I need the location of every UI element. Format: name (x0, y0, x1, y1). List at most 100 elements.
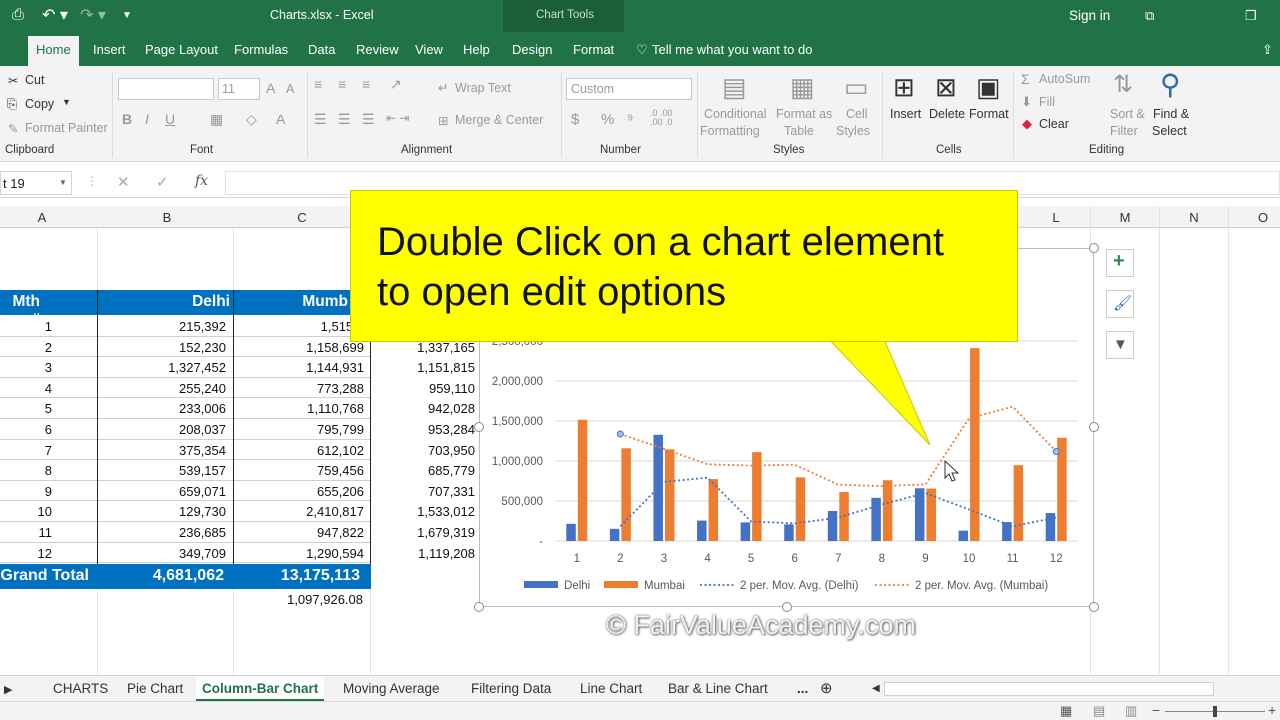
table-cell[interactable]: 659,071 (100, 484, 226, 499)
table-cell[interactable]: 959,110 (372, 381, 475, 396)
table-cell[interactable]: 1,119,208 (372, 546, 475, 561)
align-bottom-icon[interactable]: ≡ (362, 76, 370, 92)
table-cell[interactable]: 1,679,319 (372, 525, 475, 540)
table-cell[interactable]: 129,730 (100, 504, 226, 519)
bar-delhi[interactable] (566, 523, 576, 541)
y-tick-label[interactable]: 500,000 (501, 496, 543, 508)
table-cell[interactable]: 1,151,815 (372, 360, 475, 375)
table-cell[interactable]: 236,685 (100, 525, 226, 540)
x-tick-label[interactable]: 10 (963, 553, 976, 565)
tab-format[interactable]: Format (573, 42, 614, 57)
grand-total-mumbai[interactable]: 13,175,113 (236, 567, 360, 585)
align-right-icon[interactable]: ☰ (362, 111, 375, 128)
x-tick-label[interactable]: 1 (574, 553, 580, 565)
bar-delhi[interactable] (958, 530, 969, 541)
bar-delhi[interactable] (609, 528, 620, 541)
table-cell[interactable]: 795,799 (236, 422, 364, 437)
table-cell[interactable]: 942,028 (372, 401, 475, 416)
x-tick-label[interactable]: 11 (1007, 553, 1019, 565)
grand-total-label[interactable]: Grand Total (0, 567, 89, 585)
legend-entry[interactable]: 2 per. Mov. Avg. (Mumbai) (915, 580, 1048, 592)
table-cell[interactable]: 703,950 (372, 443, 475, 458)
table-cell[interactable]: 375,354 (100, 443, 226, 458)
normal-view-icon[interactable]: ▦ (1060, 703, 1072, 719)
col-header-b[interactable]: B (155, 210, 179, 225)
tab-insert[interactable]: Insert (93, 42, 126, 57)
table-cell[interactable]: 1,327,452 (100, 360, 226, 375)
x-tick-label[interactable]: 3 (661, 553, 667, 565)
name-box[interactable]: t 19 ▼ (0, 171, 72, 195)
col-header-l[interactable]: L (1044, 210, 1068, 225)
chart-filters-button[interactable]: ▼ (1106, 331, 1134, 359)
resize-handle[interactable] (1089, 422, 1099, 432)
table-cell[interactable]: 7 (0, 443, 52, 458)
zoom-slider-thumb[interactable] (1213, 706, 1217, 717)
format-cells-button[interactable]: Format (969, 107, 1009, 121)
sort-filter-button[interactable]: Sort & (1110, 107, 1145, 121)
currency-icon[interactable]: $ (571, 111, 579, 128)
autosum-button[interactable]: AutoSum (1039, 72, 1090, 86)
tab-page-layout[interactable]: Page Layout (145, 42, 218, 57)
resize-handle[interactable] (474, 422, 484, 432)
delete-cells-button[interactable]: Delete (929, 107, 965, 121)
comma-icon[interactable]: ⁹ (627, 111, 633, 128)
underline-icon[interactable]: U (165, 111, 175, 127)
align-center-icon[interactable]: ☰ (338, 111, 351, 128)
font-shrink-icon[interactable]: A (286, 82, 294, 96)
legend-swatch[interactable] (604, 581, 638, 588)
tab-help[interactable]: Help (463, 42, 490, 57)
table-cell[interactable]: 759,456 (236, 463, 364, 478)
chart-styles-button[interactable]: 🖌 (1106, 290, 1134, 318)
page-layout-view-icon[interactable]: ▤ (1093, 703, 1105, 719)
table-cell[interactable]: 1 (0, 319, 52, 334)
sheet-tab-charts[interactable]: CHARTS (53, 681, 108, 696)
scroll-tabs-icon[interactable]: ▶ (4, 683, 12, 696)
header-mumbai[interactable]: Mumb (236, 293, 348, 311)
bar-delhi[interactable] (697, 520, 707, 541)
font-name-select[interactable] (118, 78, 214, 100)
x-tick-label[interactable]: 8 (879, 553, 885, 565)
table-cell[interactable]: 947,822 (236, 525, 364, 540)
table-cell[interactable]: 1,144,931 (236, 360, 364, 375)
share-icon[interactable]: ⇪ (1262, 42, 1273, 58)
y-tick-label[interactable]: 1,500,000 (492, 416, 543, 428)
format-painter-button[interactable]: Format Painter (25, 121, 108, 135)
print-preview-icon[interactable]: ⎙ (12, 6, 24, 23)
cut-button[interactable]: Cut (25, 73, 44, 87)
table-cell[interactable]: 349,709 (100, 546, 226, 561)
conditional-formatting-button[interactable]: Conditional (704, 107, 767, 121)
table-cell[interactable]: 233,006 (100, 401, 226, 416)
x-tick-label[interactable]: 9 (922, 553, 928, 565)
align-middle-icon[interactable]: ≡ (338, 76, 346, 92)
x-tick-label[interactable]: 6 (792, 553, 798, 565)
bar-delhi[interactable] (827, 510, 838, 541)
bar-delhi[interactable] (914, 488, 925, 541)
sheet-tab-pie-chart[interactable]: Pie Chart (127, 681, 183, 696)
bar-delhi[interactable] (784, 524, 794, 541)
bold-icon[interactable]: B (122, 111, 132, 127)
bar-delhi[interactable] (1045, 513, 1056, 541)
table-cell[interactable]: 3 (0, 360, 52, 375)
legend-swatch[interactable] (524, 581, 558, 588)
insert-cells-button[interactable]: Insert (890, 107, 921, 121)
table-cell[interactable]: 1,290,594 (236, 546, 364, 561)
table-cell[interactable]: 8 (0, 463, 52, 478)
align-left-icon[interactable]: ☰ (314, 111, 327, 128)
table-cell[interactable]: 1,533,012 (372, 504, 475, 519)
chevron-down-icon[interactable]: ▼ (59, 178, 67, 187)
table-cell[interactable]: 11 (0, 525, 53, 540)
undo-icon[interactable]: ↶ ▾ (42, 5, 68, 25)
table-cell[interactable]: 1,110,768 (236, 401, 364, 416)
grand-total-delhi[interactable]: 4,681,062 (100, 567, 224, 585)
legend-entry[interactable]: 2 per. Mov. Avg. (Delhi) (740, 580, 859, 592)
tab-formulas[interactable]: Formulas (234, 42, 288, 57)
bar-mumbai[interactable] (795, 477, 806, 541)
page-break-view-icon[interactable]: ▥ (1125, 703, 1137, 719)
format-as-table-button[interactable]: Format as (776, 107, 832, 121)
bar-mumbai[interactable] (708, 479, 719, 541)
bar-mumbai[interactable] (621, 448, 631, 541)
redo-icon[interactable]: ↷ ▾ (80, 5, 106, 25)
table-cell[interactable]: 2,410,817 (236, 504, 364, 519)
col-header-c[interactable]: C (290, 210, 314, 225)
bar-mumbai[interactable] (577, 419, 588, 541)
